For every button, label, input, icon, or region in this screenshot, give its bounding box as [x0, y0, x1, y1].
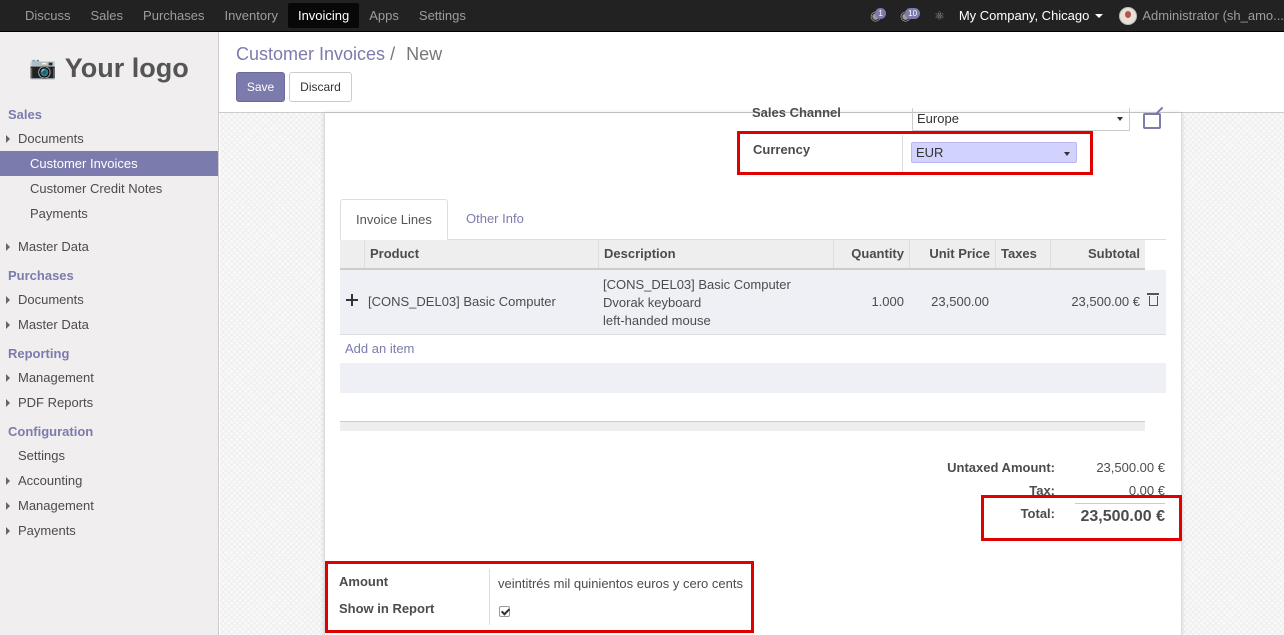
- save-button[interactable]: Save: [236, 72, 285, 102]
- company-logo[interactable]: 📷 Your logo: [0, 32, 218, 104]
- sales-channel-value: Europe: [917, 111, 959, 126]
- form-sheet: Sales Channel Europe Currency EUR Invoic…: [324, 105, 1182, 635]
- description-line: [CONS_DEL03] Basic Computer: [603, 277, 791, 292]
- form-view: Sales Channel Europe Currency EUR Invoic…: [220, 105, 1284, 635]
- col-description[interactable]: Description: [598, 240, 833, 268]
- company-name: My Company, Chicago: [958, 8, 1090, 23]
- tab-invoice-lines[interactable]: Invoice Lines: [340, 199, 448, 240]
- top-navbar: Discuss Sales Purchases Inventory Invoic…: [0, 0, 1284, 32]
- bug-icon: ⚛: [934, 8, 945, 23]
- sidebar-item-master-data[interactable]: Master Data: [0, 234, 218, 259]
- menu-settings[interactable]: Settings: [409, 0, 476, 31]
- description-line: Dvorak keyboard: [603, 295, 702, 310]
- logo-text: Your logo: [64, 52, 189, 83]
- col-subtotal[interactable]: Subtotal: [1050, 240, 1145, 268]
- sidebar-item-management[interactable]: Management: [0, 493, 218, 518]
- col-product[interactable]: Product: [364, 240, 598, 268]
- sidebar-item-payments[interactable]: Payments: [0, 518, 218, 543]
- sales-channel-select[interactable]: Europe: [912, 108, 1130, 131]
- control-panel: Customer Invoices / New Save Discard: [219, 32, 1284, 113]
- app-menu: Discuss Sales Purchases Inventory Invoic…: [0, 0, 476, 31]
- sidebar-section-sales: Sales: [8, 107, 42, 122]
- breadcrumb-separator: /: [390, 44, 396, 64]
- trash-icon[interactable]: [1147, 293, 1159, 306]
- total-highlight: [981, 495, 1182, 541]
- company-switcher[interactable]: My Company, Chicago: [959, 8, 1104, 23]
- col-unit-price[interactable]: Unit Price: [909, 240, 995, 268]
- sidebar-item-settings[interactable]: Settings: [0, 443, 218, 468]
- amount-highlight: [325, 561, 754, 633]
- table-row[interactable]: [CONS_DEL03] Basic Computer [CONS_DEL03]…: [340, 270, 1166, 335]
- messages-count: 1: [875, 8, 886, 19]
- sidebar-section-purchases: Purchases: [8, 268, 74, 283]
- col-quantity[interactable]: Quantity: [833, 240, 909, 268]
- row-unit-price[interactable]: 23,500.00: [909, 294, 989, 309]
- breadcrumb-parent[interactable]: Customer Invoices: [236, 44, 385, 64]
- chevron-down-icon: [1095, 13, 1104, 18]
- sidebar-item-accounting[interactable]: Accounting: [0, 468, 218, 493]
- sidebar-nav: Sales Documents Customer Invoices Customer …: [0, 104, 218, 543]
- chat-count: 10: [905, 8, 921, 19]
- chat-button[interactable]: ◉ 10: [900, 8, 921, 24]
- drag-handle-icon[interactable]: [346, 294, 358, 306]
- menu-invoicing[interactable]: Invoicing: [287, 3, 360, 28]
- description-line: left-handed mouse: [603, 313, 711, 328]
- sidebar-section-reporting: Reporting: [8, 346, 70, 361]
- breadcrumb: Customer Invoices / New: [236, 44, 442, 65]
- untaxed-amount-value: 23,500.00 €: [1096, 460, 1165, 475]
- row-subtotal: 23,500.00 €: [1071, 294, 1140, 309]
- menu-apps[interactable]: Apps: [359, 0, 409, 31]
- sidebar-section-configuration: Configuration: [8, 424, 94, 439]
- sidebar-item-pdf-reports[interactable]: PDF Reports: [0, 390, 218, 415]
- messages-button[interactable]: ◉ 1: [870, 8, 886, 24]
- empty-row: [340, 363, 1166, 393]
- col-taxes[interactable]: Taxes: [995, 240, 1050, 268]
- external-link-icon[interactable]: [1143, 113, 1161, 129]
- chevron-down-icon: [1117, 117, 1123, 121]
- avatar[interactable]: [1119, 6, 1138, 25]
- breadcrumb-current: New: [406, 44, 443, 64]
- add-item-link[interactable]: Add an item: [345, 341, 414, 356]
- sidebar-item-master-data[interactable]: Master Data: [0, 312, 218, 337]
- row-quantity[interactable]: 1.000: [833, 294, 904, 309]
- row-product[interactable]: [CONS_DEL03] Basic Computer: [368, 294, 556, 309]
- camera-icon: 📷: [29, 55, 57, 80]
- sidebar-item-documents[interactable]: Documents: [0, 287, 218, 312]
- menu-inventory[interactable]: Inventory: [214, 0, 287, 31]
- menu-discuss[interactable]: Discuss: [15, 0, 81, 31]
- menu-sales[interactable]: Sales: [81, 0, 134, 31]
- sales-channel-label: Sales Channel: [752, 105, 841, 120]
- sidebar-item-documents[interactable]: Documents: [0, 126, 218, 151]
- row-description[interactable]: [CONS_DEL03] Basic Computer Dvorak keybo…: [603, 276, 791, 330]
- sidebar-item-customer-credit-notes[interactable]: Customer Credit Notes: [0, 176, 218, 201]
- notebook-tabs: Invoice Lines Other Info: [340, 199, 1166, 240]
- sidebar: 📷 Your logo Sales Documents Customer Invoi…: [0, 32, 219, 635]
- table-footer: [340, 421, 1145, 431]
- sidebar-item-management[interactable]: Management: [0, 365, 218, 390]
- untaxed-amount-label: Untaxed Amount:: [947, 460, 1055, 475]
- invoice-lines-header: Product Description Quantity Unit Price …: [340, 240, 1145, 270]
- user-menu[interactable]: Administrator (sh_amo...: [1142, 8, 1284, 23]
- tab-other-info[interactable]: Other Info: [451, 199, 539, 240]
- debug-button[interactable]: ⚛: [934, 9, 945, 23]
- discard-button[interactable]: Discard: [289, 72, 352, 102]
- sidebar-item-payments[interactable]: Payments: [0, 201, 218, 226]
- sidebar-item-customer-invoices[interactable]: Customer Invoices: [0, 151, 218, 176]
- menu-purchases[interactable]: Purchases: [133, 0, 214, 31]
- currency-highlight: [737, 131, 1093, 175]
